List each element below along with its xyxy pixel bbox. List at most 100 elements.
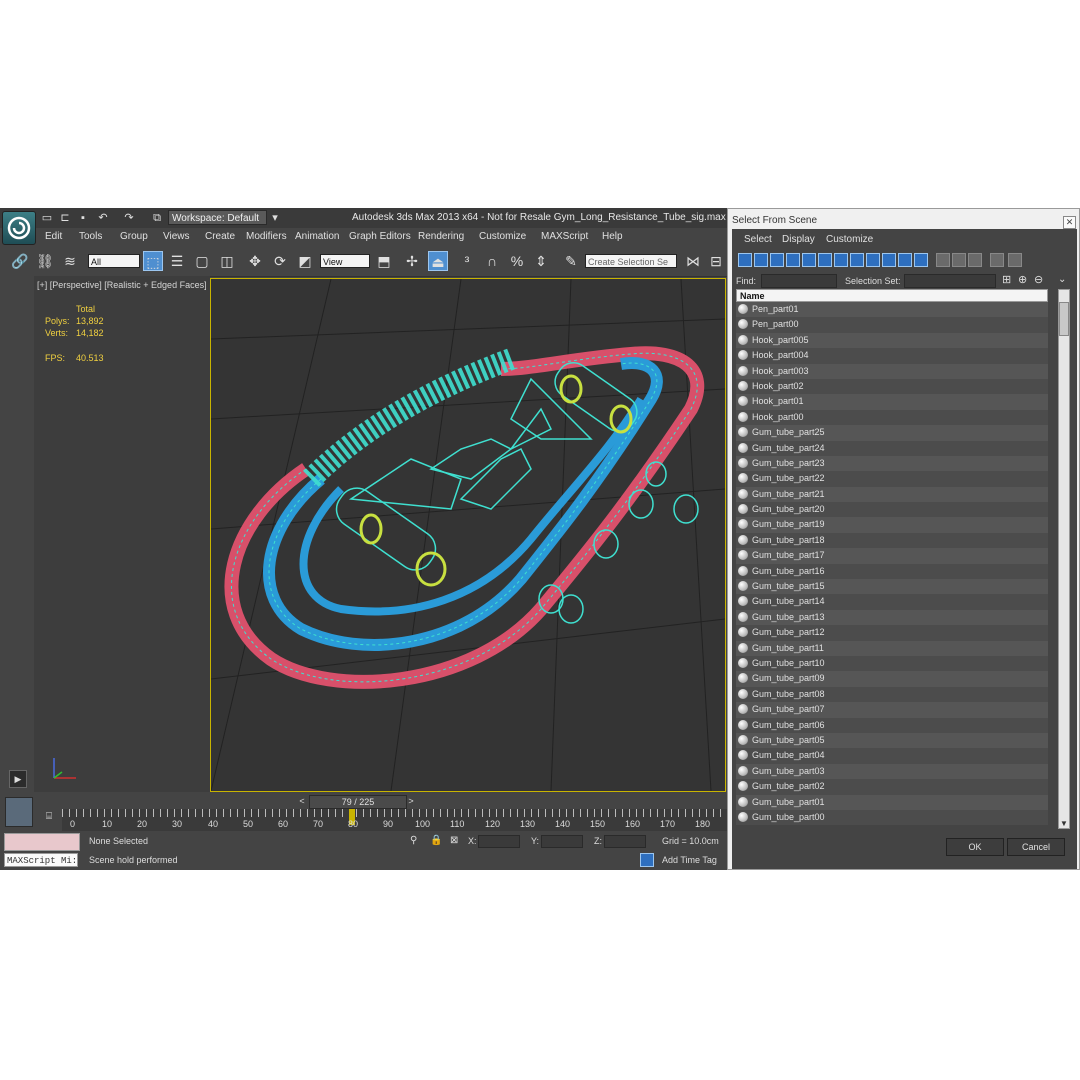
perspective-viewport[interactable]	[210, 278, 726, 792]
time-slider[interactable]: 79 / 225	[309, 795, 407, 809]
edit-named-selection-icon[interactable]: ✎	[561, 251, 581, 271]
select-by-name-icon[interactable]: ☰	[167, 251, 187, 271]
list-item[interactable]: Gum_tube_part10	[736, 655, 1048, 672]
list-scrollbar[interactable]: ▼	[1058, 289, 1070, 829]
time-tag-icon[interactable]	[640, 853, 654, 867]
undo-icon[interactable]: ↶	[96, 211, 110, 225]
list-item[interactable]: Gum_tube_part21	[736, 486, 1048, 503]
expand-icon[interactable]: ⌄	[1058, 274, 1066, 285]
display-frozen-icon[interactable]	[898, 253, 912, 267]
list-item[interactable]: Gum_tube_part00	[736, 809, 1048, 826]
list-item[interactable]: Gum_tube_part16	[736, 563, 1048, 580]
list-item[interactable]: Hook_part00	[736, 409, 1048, 426]
hold-icon[interactable]: ⧉	[150, 211, 164, 225]
display-bones-icon[interactable]	[866, 253, 880, 267]
list-item[interactable]: Gum_tube_part09	[736, 671, 1048, 687]
scene-object-list[interactable]: Pen_part01 Pen_part00 Hook_part005 Hook_par…	[736, 302, 1048, 829]
list-item[interactable]: Gum_tube_part01	[736, 794, 1048, 810]
list-item[interactable]: Hook_part005	[736, 332, 1048, 349]
link-icon[interactable]: 🔗	[10, 251, 30, 271]
filter-icon[interactable]	[990, 253, 1004, 267]
dialog-menu-display[interactable]: Display	[782, 234, 815, 245]
remove-from-set-icon[interactable]: ⊖	[1034, 273, 1043, 286]
redo-icon[interactable]: ↷	[122, 211, 136, 225]
reference-coordinate-dropdown[interactable]: View	[320, 254, 370, 268]
menu-create[interactable]: Create	[205, 231, 235, 242]
display-xrefs-icon[interactable]	[850, 253, 864, 267]
move-icon[interactable]: ✥	[245, 251, 265, 271]
menu-animation[interactable]: Animation	[295, 231, 339, 242]
list-item[interactable]: Hook_part004	[736, 348, 1048, 364]
percent-snap-icon[interactable]: %	[507, 251, 527, 271]
menu-maxscript[interactable]: MAXScript	[541, 231, 588, 242]
x-coord-field[interactable]	[478, 835, 520, 848]
display-none-icon[interactable]	[952, 253, 966, 267]
list-item[interactable]: Gum_tube_part05	[736, 732, 1048, 749]
menu-help[interactable]: Help	[602, 231, 623, 242]
maxscript-listener-top[interactable]	[4, 833, 80, 851]
name-column-header[interactable]: Name	[736, 289, 1048, 302]
menu-rendering[interactable]: Rendering	[418, 231, 464, 242]
list-item[interactable]: Gum_tube_part02	[736, 779, 1048, 795]
list-item[interactable]: Gum_tube_part07	[736, 702, 1048, 718]
add-time-tag[interactable]: Add Time Tag	[662, 855, 717, 865]
ok-button[interactable]: OK	[946, 838, 1004, 856]
select-object-icon[interactable]: ⬚	[143, 251, 163, 271]
selection-set-dropdown[interactable]	[904, 274, 996, 288]
list-item[interactable]: Pen_part01	[736, 302, 1048, 318]
menu-edit[interactable]: Edit	[45, 231, 62, 242]
y-coord-field[interactable]	[541, 835, 583, 848]
list-item[interactable]: Gum_tube_part18	[736, 532, 1048, 549]
align-icon[interactable]: ⊟	[706, 251, 726, 271]
selection-filter-dropdown[interactable]: All	[88, 254, 140, 268]
list-item[interactable]: Gum_tube_part15	[736, 579, 1048, 595]
absolute-mode-icon[interactable]: ⊠	[450, 835, 458, 846]
list-item[interactable]: Hook_part003	[736, 363, 1048, 379]
menu-views[interactable]: Views	[163, 231, 190, 242]
scroll-down-icon[interactable]: ▼	[1060, 819, 1068, 828]
list-item[interactable]: Gum_tube_part06	[736, 717, 1048, 733]
isolate-icon[interactable]: ⚲	[410, 835, 417, 846]
list-item[interactable]: Gum_tube_part03	[736, 763, 1048, 780]
display-containers-icon[interactable]	[882, 253, 896, 267]
display-spacewarps-icon[interactable]	[818, 253, 832, 267]
curve-editor-icon[interactable]: ⌸	[38, 811, 60, 829]
keyboard-shortcut-override-icon[interactable]: ⏏	[428, 251, 448, 271]
display-groups-icon[interactable]	[834, 253, 848, 267]
rectangular-selection-icon[interactable]: ▢	[192, 251, 212, 271]
workspace-dropdown[interactable]: Workspace: Default	[168, 210, 267, 225]
list-item[interactable]: Gum_tube_part23	[736, 455, 1048, 472]
add-to-set-icon[interactable]: ⊕	[1018, 273, 1027, 286]
menu-customize[interactable]: Customize	[479, 231, 526, 242]
scrollbar-thumb[interactable]	[1059, 302, 1069, 336]
list-item[interactable]: Gum_tube_part12	[736, 625, 1048, 641]
spinner-snap-icon[interactable]: ⇕	[531, 251, 551, 271]
list-item[interactable]: Gum_tube_part19	[736, 517, 1048, 533]
list-item[interactable]: Hook_part01	[736, 394, 1048, 410]
play-icon[interactable]: ▶	[9, 770, 27, 788]
list-item[interactable]: Gum_tube_part22	[736, 471, 1048, 487]
list-item[interactable]: Pen_part00	[736, 317, 1048, 333]
open-file-icon[interactable]: ⊏	[58, 211, 72, 225]
list-item[interactable]: Gum_tube_part20	[736, 502, 1048, 518]
dialog-menu-select[interactable]: Select	[744, 234, 772, 245]
list-item[interactable]: Gum_tube_part04	[736, 748, 1048, 764]
menu-tools[interactable]: Tools	[79, 231, 102, 242]
dialog-menu-customize[interactable]: Customize	[826, 234, 873, 245]
select-manipulate-icon[interactable]: ✢	[402, 251, 422, 271]
pivot-center-icon[interactable]: ⬒	[374, 251, 394, 271]
next-frame-button[interactable]: >	[405, 796, 417, 808]
bind-spacewarp-icon[interactable]: ≋	[60, 251, 80, 271]
list-item[interactable]: Gum_tube_part08	[736, 686, 1048, 703]
find-input[interactable]	[761, 274, 837, 288]
display-hidden-icon[interactable]	[914, 253, 928, 267]
list-item[interactable]: Gum_tube_part24	[736, 440, 1048, 456]
mirror-icon[interactable]: ⋈	[683, 251, 703, 271]
display-helpers-icon[interactable]	[802, 253, 816, 267]
display-geometry-icon[interactable]	[738, 253, 752, 267]
angle-snap-icon[interactable]: ∩	[482, 251, 502, 271]
selection-lock-icon[interactable]: 🔒	[430, 835, 442, 846]
maxscript-listener[interactable]: MAXScript Mi:	[4, 853, 78, 867]
select-dependents-icon[interactable]	[1008, 253, 1022, 267]
display-shapes-icon[interactable]	[754, 253, 768, 267]
